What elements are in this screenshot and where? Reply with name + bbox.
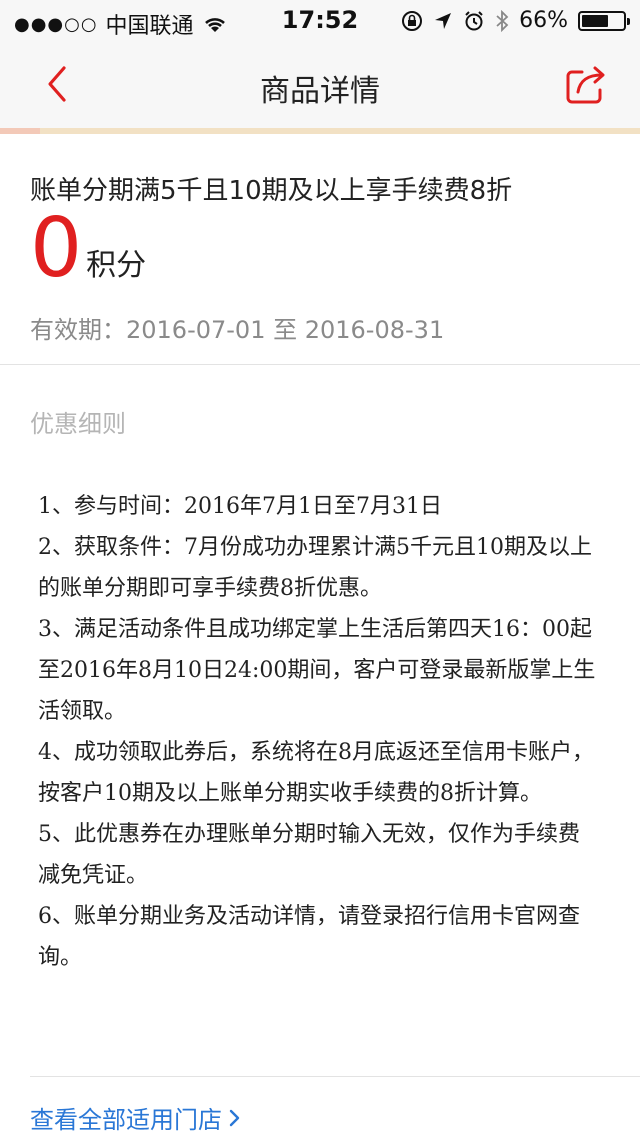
status-bar: ●●●○○ 中国联通 17:52 66%: [0, 0, 640, 40]
store-link-label: 查看全部适用门店: [30, 1106, 222, 1134]
chevron-right-icon: [229, 1109, 240, 1126]
battery-icon: [578, 10, 630, 31]
status-right: 66%: [401, 8, 630, 33]
alarm-icon: [465, 10, 483, 30]
bluetooth-icon: [496, 9, 509, 32]
promo-title: 账单分期满5千且10期及以上享手续费8折: [30, 176, 513, 206]
rule-item: 4、成功领取此券后，系统将在8月底返还至信用卡账户，按客户10期及以上账单分期实…: [38, 740, 594, 806]
share-icon: [566, 66, 605, 104]
points-value: 0: [30, 201, 83, 296]
points-unit: 积分: [86, 248, 147, 283]
rule-item: 5、此优惠券在办理账单分期时输入无效，仅作为手续费减免凭证。: [38, 822, 580, 888]
rule-item: 6、账单分期业务及活动详情，请登录招行信用卡官网查询。: [38, 904, 580, 970]
footer-divider: [30, 1076, 640, 1077]
rule-item: 2、获取条件：7月份成功办理累计满5千元且10期及以上的账单分期即可享手续费8折…: [38, 535, 592, 601]
rules-list: 1、参与时间：2016年7月1日至7月31日 2、获取条件：7月份成功办理累计满…: [38, 486, 598, 978]
rule-item: 1、参与时间：2016年7月1日至7月31日: [38, 494, 442, 519]
page-title: 商品详情: [260, 74, 380, 109]
location-arrow-icon: [435, 12, 452, 29]
points-price: 0 积分: [30, 208, 146, 290]
rule-item: 3、满足活动条件且成功绑定掌上生活后第四天16：00起至2016年8月10日24…: [38, 617, 596, 724]
section-divider: [0, 364, 640, 365]
rules-heading: 优惠细则: [30, 410, 126, 438]
orientation-lock-icon: [402, 10, 423, 31]
battery-percent: 66%: [519, 8, 568, 33]
navigation-bar: 商品详情: [0, 40, 640, 128]
share-button[interactable]: [562, 60, 610, 108]
validity-period: 有效期：2016-07-01 至 2016-08-31: [30, 316, 445, 344]
view-all-stores-link[interactable]: 查看全部适用门店: [30, 1100, 242, 1135]
header-decor-strip: [0, 128, 640, 134]
